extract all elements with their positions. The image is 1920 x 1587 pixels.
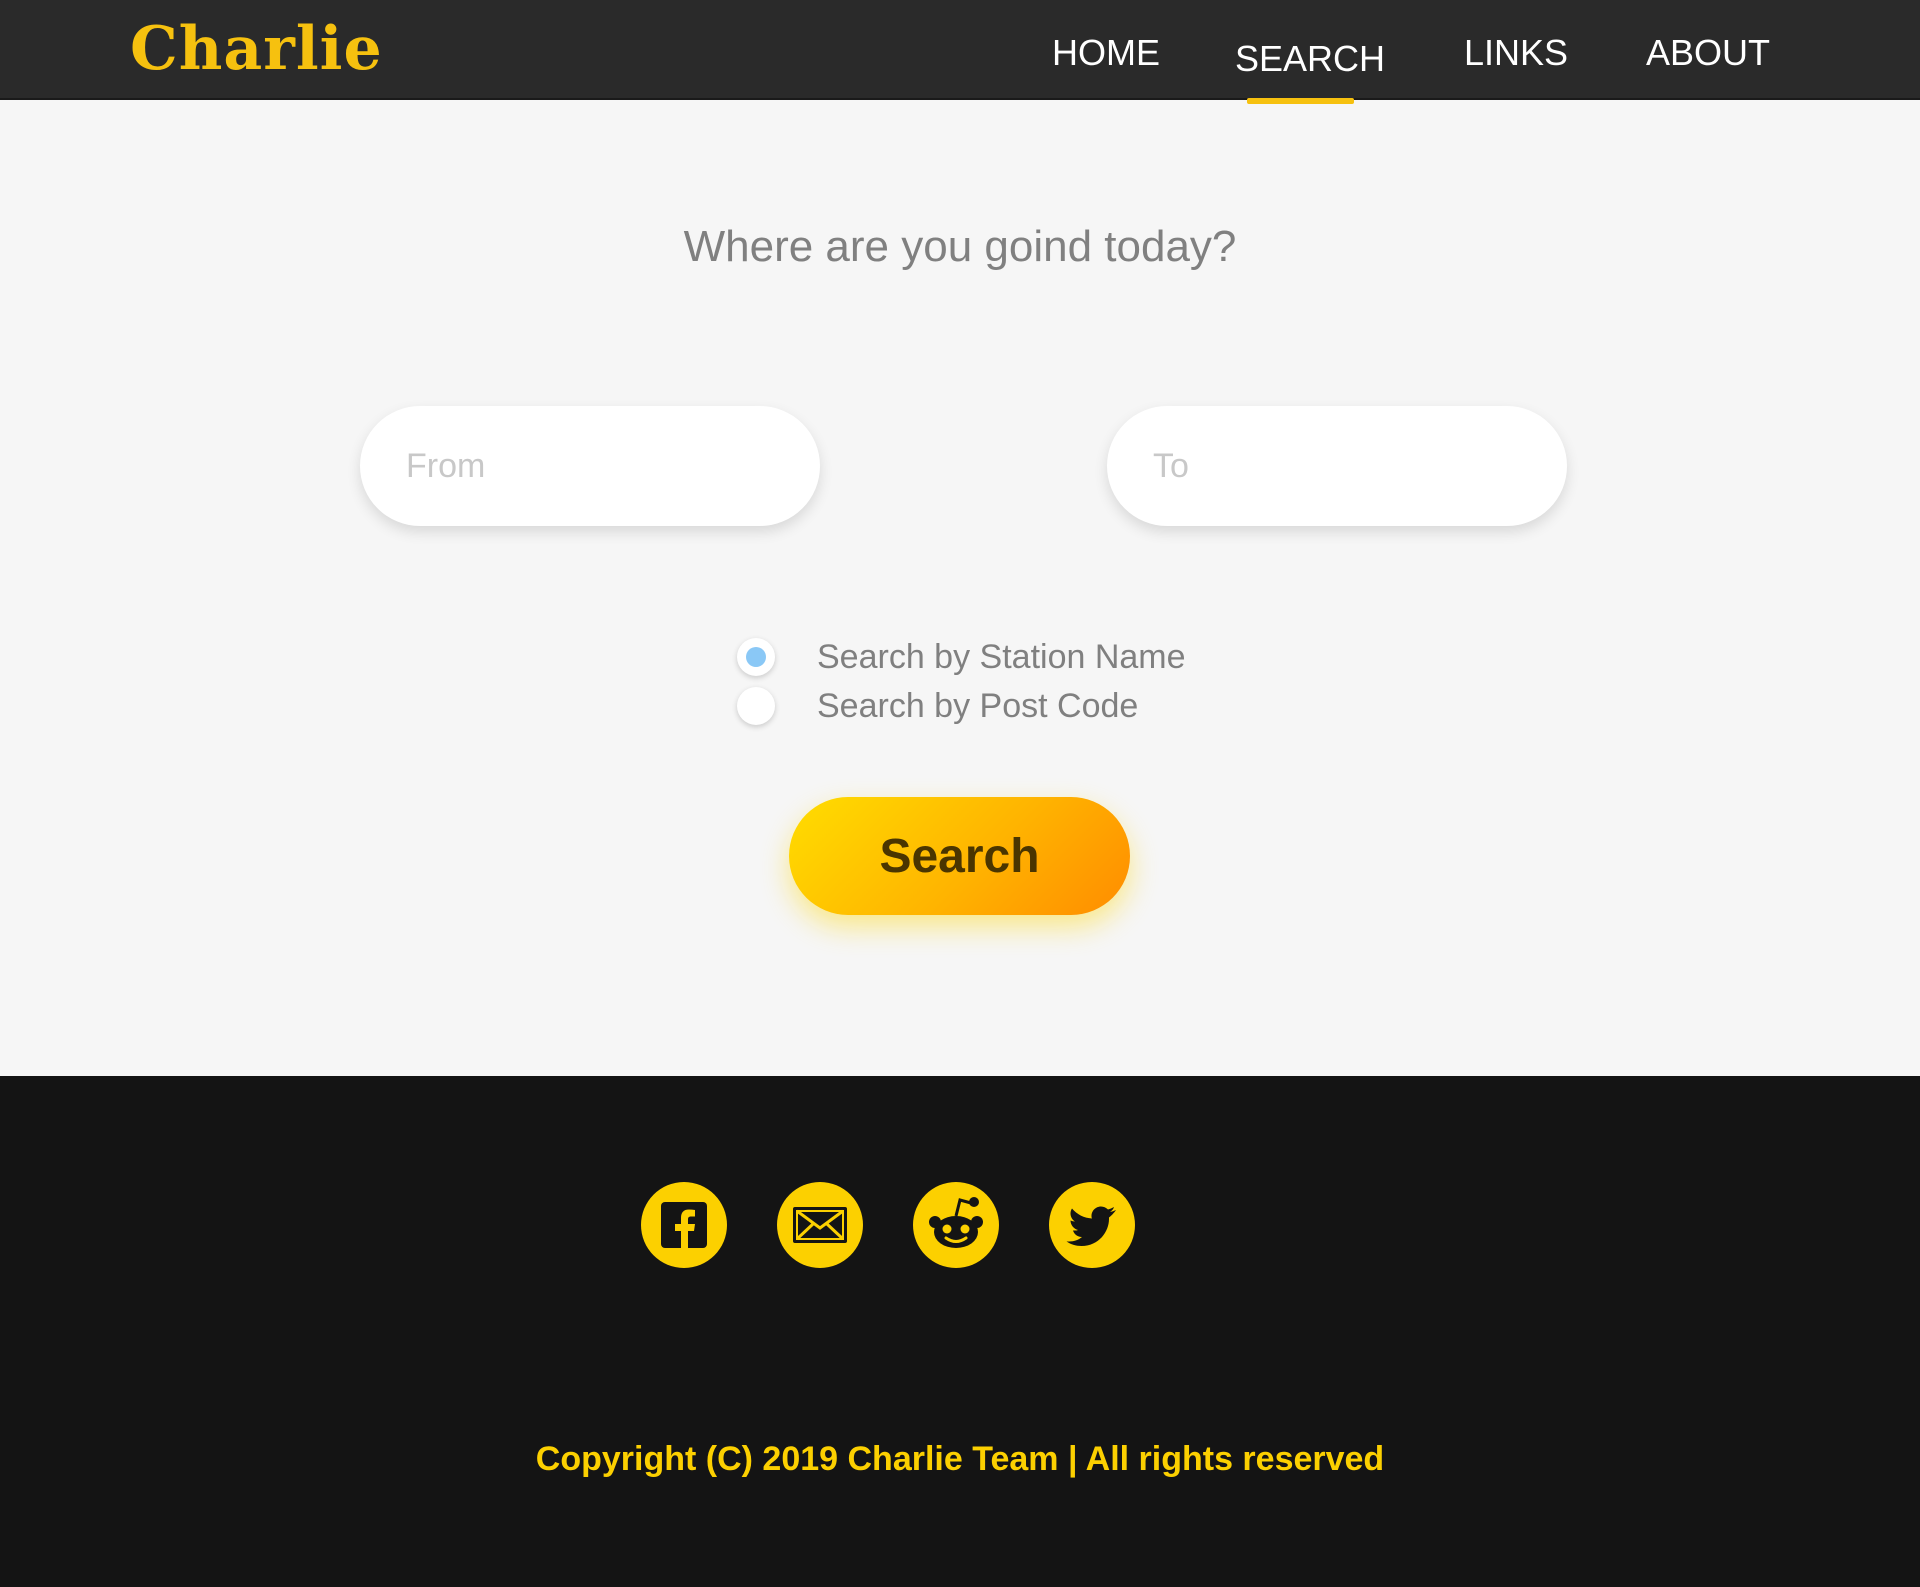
search-button[interactable]: Search (789, 797, 1130, 915)
nav-home[interactable]: HOME (1052, 32, 1160, 74)
search-by-postcode-option[interactable]: Search by Post Code (737, 686, 1138, 726)
nav-links[interactable]: LINKS (1464, 32, 1568, 74)
to-input[interactable] (1107, 406, 1567, 526)
mail-icon[interactable] (777, 1182, 863, 1268)
radio-station-name[interactable] (737, 638, 775, 676)
nav-active-indicator (1247, 98, 1354, 104)
facebook-icon[interactable] (641, 1182, 727, 1268)
nav-about[interactable]: ABOUT (1646, 32, 1770, 74)
top-navbar: Charlie HOME SEARCH LINKS ABOUT (0, 0, 1920, 104)
page-heading: Where are you goind today? (683, 222, 1237, 271)
brand-logo[interactable]: Charlie (130, 14, 383, 84)
search-by-station-option[interactable]: Search by Station Name (737, 637, 1186, 677)
nav-search[interactable]: SEARCH (1235, 38, 1385, 80)
copyright-text: Copyright (C) 2019 Charlie Team | All ri… (535, 1440, 1385, 1478)
twitter-icon[interactable] (1049, 1182, 1135, 1268)
footer: Copyright (C) 2019 Charlie Team | All ri… (0, 1076, 1920, 1587)
radio-post-code-label: Search by Post Code (817, 686, 1139, 725)
reddit-icon[interactable] (913, 1182, 999, 1268)
radio-station-name-label: Search by Station Name (817, 637, 1186, 676)
radio-post-code[interactable] (737, 687, 775, 725)
from-input[interactable] (360, 406, 820, 526)
